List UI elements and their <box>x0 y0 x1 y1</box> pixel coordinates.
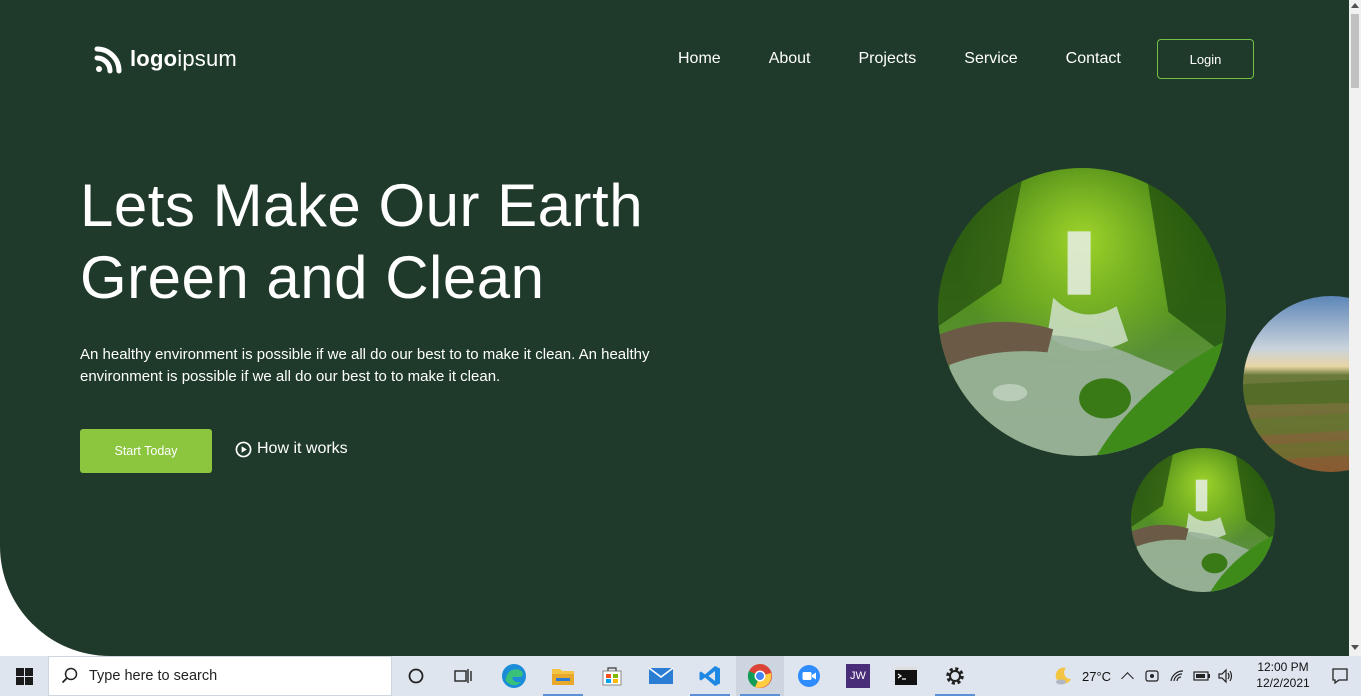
page-scrollbar[interactable] <box>1349 0 1361 656</box>
scroll-up-arrow-icon[interactable] <box>1351 3 1359 8</box>
store-icon <box>602 667 622 686</box>
start-today-button[interactable]: Start Today <box>80 429 212 473</box>
battery-icon[interactable] <box>1193 668 1211 684</box>
zoom-icon <box>798 665 820 687</box>
chrome-icon <box>747 664 772 688</box>
mail-icon <box>648 667 674 684</box>
nav-contact[interactable]: Contact <box>1066 49 1121 69</box>
action-center-button[interactable] <box>1318 656 1361 696</box>
logo-wordmark: logoipsum <box>130 46 237 71</box>
volume-icon[interactable] <box>1217 668 1235 684</box>
vscode-icon <box>699 666 720 686</box>
clock-date: 12/2/2021 <box>1256 676 1310 690</box>
nav-home[interactable]: Home <box>678 49 721 69</box>
search-placeholder: Type here to search <box>89 668 218 684</box>
login-button[interactable]: Login <box>1157 39 1254 79</box>
how-it-works-label: How it works <box>257 440 348 457</box>
scroll-thumb[interactable] <box>1351 14 1359 88</box>
hero-section: logoipsum Home About Projects Service Co… <box>0 0 1349 656</box>
store-button[interactable] <box>588 656 636 696</box>
browser-viewport: logoipsum Home About Projects Service Co… <box>0 0 1349 656</box>
chrome-button[interactable] <box>736 656 784 696</box>
notification-icon <box>1331 668 1348 685</box>
headline-line-2: Green and Clean <box>80 244 545 311</box>
task-view-button[interactable] <box>440 656 488 696</box>
start-button[interactable] <box>0 656 48 696</box>
hero-subtext: An healthy environment is possible if we… <box>80 346 650 385</box>
edge-button[interactable] <box>490 656 538 696</box>
vscode-button[interactable] <box>686 656 734 696</box>
terminal-button[interactable] <box>882 656 930 696</box>
play-circle-icon <box>235 441 252 457</box>
settings-button[interactable] <box>931 656 979 696</box>
windows-taskbar: Type here to search JW 27°C 12:00 PM 12/… <box>0 656 1361 696</box>
mail-button[interactable] <box>637 656 685 696</box>
main-nav: Home About Projects Service Contact <box>678 49 1169 69</box>
search-icon <box>61 667 78 684</box>
wifi-icon[interactable] <box>1169 668 1185 684</box>
file-explorer-icon <box>552 669 574 685</box>
cortana-button[interactable] <box>392 656 440 696</box>
nav-service[interactable]: Service <box>964 49 1017 69</box>
nav-projects[interactable]: Projects <box>859 49 917 69</box>
terminal-icon <box>895 667 917 685</box>
system-tray: 27°C <box>1052 656 1235 696</box>
jw-app-button[interactable]: JW <box>834 656 882 696</box>
jw-icon: JW <box>846 664 870 688</box>
taskbar-search-box[interactable]: Type here to search <box>48 656 392 696</box>
settings-gear-icon <box>946 667 964 685</box>
windows-logo-icon <box>15 667 33 685</box>
waterfall-image-large <box>938 168 1226 456</box>
nav-about[interactable]: About <box>769 49 811 69</box>
site-logo[interactable]: logoipsum <box>94 44 237 74</box>
waterfall-image-small <box>1131 448 1275 592</box>
task-view-icon <box>454 669 472 683</box>
meet-now-icon[interactable] <box>1144 668 1160 684</box>
jw-icon-label: JW <box>850 670 866 682</box>
file-explorer-button[interactable] <box>539 656 587 696</box>
weather-moon-icon[interactable] <box>1052 665 1074 687</box>
logo-mark-icon <box>94 46 122 74</box>
field-landscape-image <box>1243 296 1349 472</box>
weather-temp[interactable]: 27°C <box>1082 669 1111 684</box>
how-it-works-link[interactable]: How it works <box>235 440 348 458</box>
show-hidden-icons-chevron-icon[interactable] <box>1121 672 1134 685</box>
zoom-button[interactable] <box>785 656 833 696</box>
cortana-icon <box>408 668 424 684</box>
headline-line-1: Lets Make Our Earth <box>80 172 644 239</box>
edge-icon <box>502 664 526 688</box>
scroll-down-arrow-icon[interactable] <box>1351 645 1359 650</box>
hero-headline: Lets Make Our Earth Green and Clean <box>80 170 840 314</box>
clock-time: 12:00 PM <box>1257 660 1309 674</box>
taskbar-clock[interactable]: 12:00 PM 12/2/2021 <box>1252 659 1314 691</box>
